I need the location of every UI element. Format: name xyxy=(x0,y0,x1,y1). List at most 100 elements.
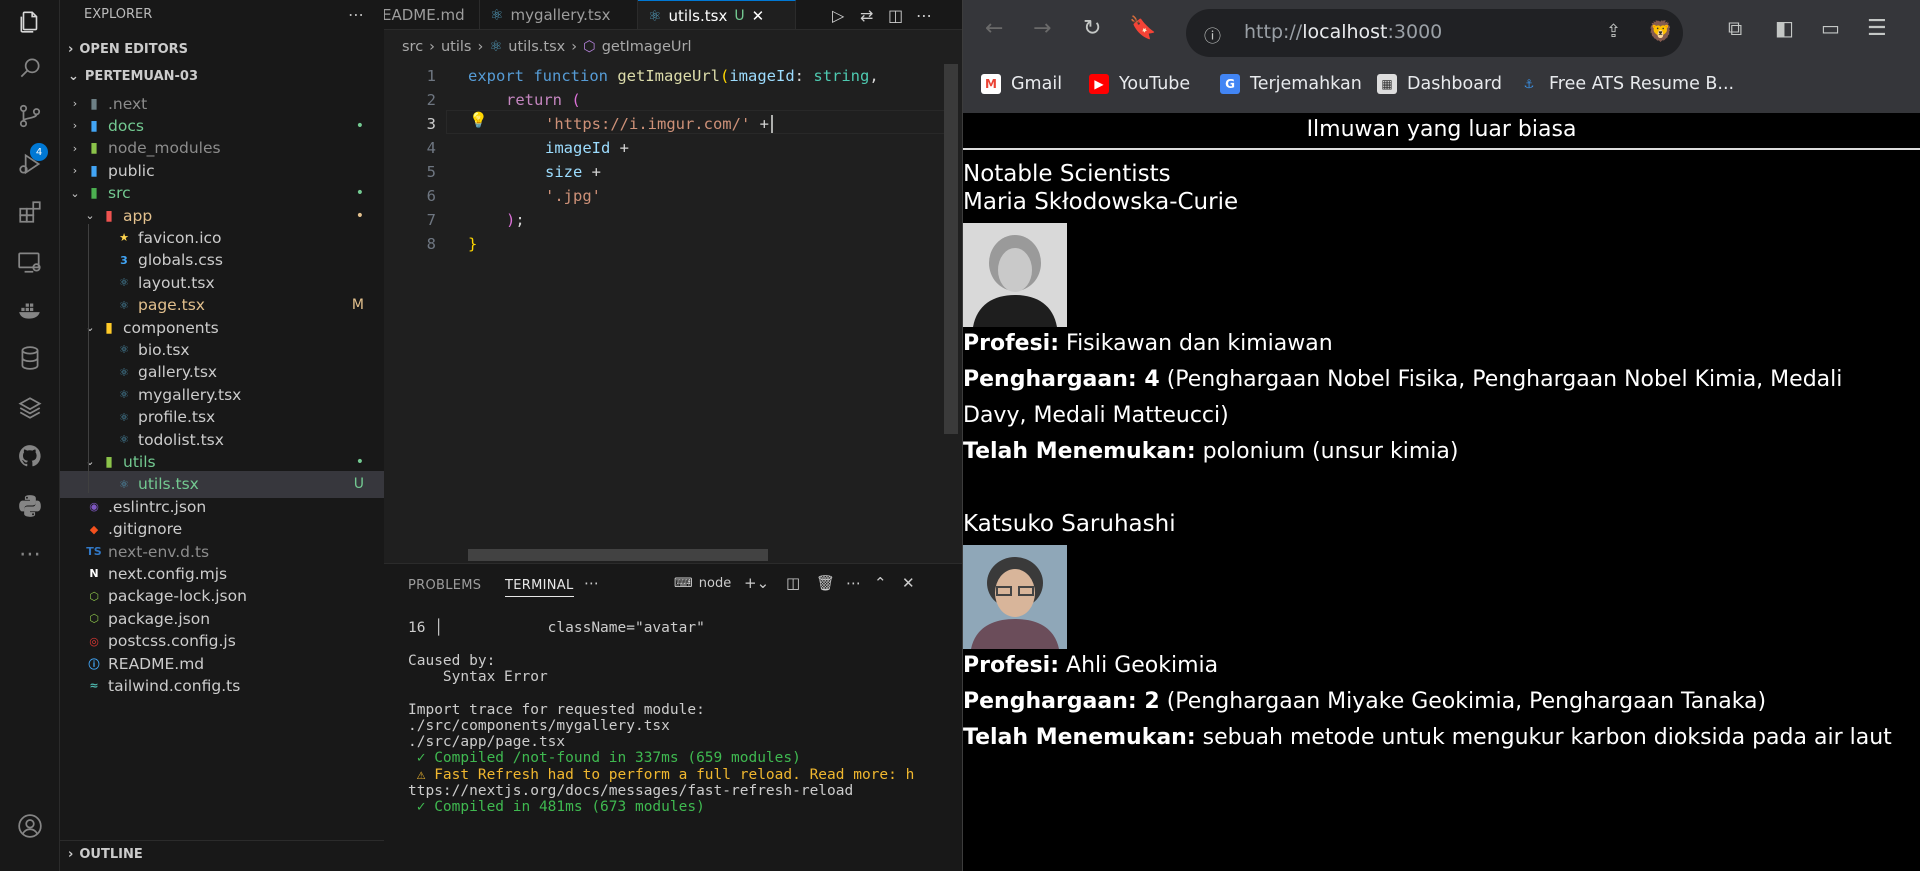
scientist-photo xyxy=(963,545,1067,649)
maximize-panel-icon[interactable]: ⌃ xyxy=(874,574,887,592)
scientist-name: Katsuko Saruhashi xyxy=(963,511,1176,537)
awards-label: Penghargaan: 4 xyxy=(963,367,1160,392)
awards-value: (Penghargaan Miyake Geokimia, Penghargaa… xyxy=(1166,689,1767,714)
code-line: 'https://i.imgur.com/' + xyxy=(545,112,773,136)
tree-item-label: page.tsx xyxy=(138,296,205,315)
explorer-icon[interactable] xyxy=(14,6,46,38)
chevron-right-icon: › xyxy=(571,39,578,55)
tab-readme[interactable]: EADME.md xyxy=(384,0,480,29)
source-control-icon[interactable] xyxy=(14,100,46,132)
forward-icon[interactable]: → xyxy=(1033,16,1051,41)
tab-problems[interactable]: PROBLEMS xyxy=(408,578,481,593)
editor-more-icon[interactable]: ⋯ xyxy=(916,0,932,29)
tree-item-label: .gitignore xyxy=(108,520,183,539)
python-icon[interactable] xyxy=(14,490,46,522)
git-status-badge: • xyxy=(355,453,364,470)
remote-explorer-icon[interactable] xyxy=(14,246,46,278)
split-terminal-icon[interactable]: ◫ xyxy=(786,574,800,592)
code-line: '.jpg' xyxy=(545,187,601,205)
bookmark-dashboard[interactable]: ▦ Dashboard xyxy=(1377,70,1502,98)
code-line: export function getImageUrl(imageId: str… xyxy=(468,67,879,85)
editor-tabs: EADME.md ⚛ mygallery.tsx ⚛ utils.tsx U ✕… xyxy=(384,0,962,30)
line-number: 6 xyxy=(426,187,436,205)
github-icon[interactable] xyxy=(14,440,46,472)
panel-more-icon[interactable]: ⋯ xyxy=(584,574,599,592)
terminal-output[interactable]: 16 │ className="avatar" Caused by: Syntax… xyxy=(408,618,958,868)
add-terminal-icon[interactable]: +⌄ xyxy=(744,574,769,592)
tailwind-icon: ≈ xyxy=(89,679,99,693)
docker-icon[interactable] xyxy=(14,294,46,326)
split-editor-icon[interactable]: ◫ xyxy=(888,0,903,29)
function-icon: ⬡ xyxy=(583,39,596,55)
outline-section[interactable]: › OUTLINE xyxy=(60,840,384,871)
tab-utils[interactable]: ⚛ utils.tsx U ✕ xyxy=(638,0,796,29)
url-text: http://localhost:3000 xyxy=(1244,21,1442,43)
trash-icon[interactable]: 🗑 xyxy=(816,574,835,592)
brave-shield-icon[interactable]: 🦁 xyxy=(1648,19,1673,43)
sidebar-icon[interactable]: ◧ xyxy=(1775,16,1794,40)
explorer-more-icon[interactable]: ⋯ xyxy=(348,0,364,30)
breadcrumb-item[interactable]: src xyxy=(402,36,423,58)
breadcrumb-item[interactable]: getImageUrl xyxy=(602,36,692,58)
project-section[interactable]: ⌄ PERTEMUAN-03 xyxy=(60,63,384,90)
back-icon[interactable]: ← xyxy=(985,16,1003,41)
vertical-scrollbar[interactable] xyxy=(944,64,958,434)
ts-icon: TS xyxy=(86,545,102,558)
horizontal-scrollbar[interactable] xyxy=(468,549,768,561)
next-icon: N xyxy=(89,567,99,581)
breadcrumb-item[interactable]: utils.tsx xyxy=(508,36,565,58)
run-debug-icon[interactable] xyxy=(14,148,46,180)
line-number: 3 xyxy=(426,115,436,133)
folder-icon: ▮ xyxy=(90,185,98,202)
close-panel-icon[interactable]: ✕ xyxy=(902,574,915,592)
open-editors-label: OPEN EDITORS xyxy=(79,42,189,57)
layers-icon[interactable] xyxy=(14,392,46,424)
code-line: } xyxy=(468,235,478,253)
open-editors-section[interactable]: › OPEN EDITORS xyxy=(60,36,384,63)
run-icon[interactable]: ▷ xyxy=(832,0,844,29)
discovery-value: polonium (unsur kimia) xyxy=(1202,439,1459,464)
tab-mygallery[interactable]: ⚛ mygallery.tsx xyxy=(480,0,638,29)
more-icon[interactable]: ⋯ xyxy=(14,538,46,570)
line-number: 5 xyxy=(426,163,436,181)
bookmark-resume[interactable]: ⚓ Free ATS Resume B... xyxy=(1519,70,1734,98)
breadcrumb-item[interactable]: utils xyxy=(441,36,472,58)
tree-item[interactable]: ≈ tailwind.config.ts xyxy=(60,672,384,699)
terminal-selector[interactable]: ⌨ node xyxy=(674,576,731,591)
extensions-icon[interactable] xyxy=(14,196,46,228)
terminal-line: Syntax Error xyxy=(408,668,548,685)
tab-utils-label: utils.tsx xyxy=(668,6,728,25)
tab-utils-status: U xyxy=(734,7,745,24)
bookmark-label: Free ATS Resume B... xyxy=(1549,74,1735,94)
site-info-icon[interactable]: ⓘ xyxy=(1204,22,1221,47)
bookmark-gmail[interactable]: M Gmail xyxy=(981,70,1062,98)
reload-icon[interactable]: ↻ xyxy=(1083,16,1101,41)
compare-icon[interactable]: ⇄ xyxy=(860,0,873,29)
terminal-more-icon[interactable]: ⋯ xyxy=(846,574,861,592)
account-icon[interactable] xyxy=(14,810,46,842)
bookmark-translate[interactable]: G Terjemahkan xyxy=(1220,70,1362,98)
bookmark-icon[interactable]: 🔖 xyxy=(1129,16,1156,41)
lightbulb-icon[interactable]: 💡 xyxy=(469,111,488,129)
git-status-badge: • xyxy=(355,117,364,134)
extensions-icon[interactable]: ⧉ xyxy=(1728,16,1742,40)
activity-bar: 4 ⋯ xyxy=(0,0,60,871)
bookmark-youtube[interactable]: ▶ YouTube xyxy=(1089,70,1190,98)
chevron-right-icon: › xyxy=(477,39,484,55)
chevron-right-icon: › xyxy=(72,164,78,178)
folder-icon: ▮ xyxy=(105,453,113,470)
database-icon[interactable] xyxy=(14,342,46,374)
browser-window: ← → ↻ 🔖 ⓘ http://localhost:3000 ⇪ 🦁 ⧉ ◧ … xyxy=(963,0,1920,871)
profession-row: Profesi: Fisikawan dan kimiawan xyxy=(963,326,1903,362)
discovery-label: Telah Menemukan: xyxy=(963,439,1196,464)
search-icon[interactable] xyxy=(14,52,46,84)
menu-icon[interactable]: ☰ xyxy=(1867,16,1887,41)
discovery-label: Telah Menemukan: xyxy=(963,725,1196,750)
close-icon[interactable]: ✕ xyxy=(752,7,765,25)
tab-terminal[interactable]: TERMINAL xyxy=(505,578,574,597)
wallet-icon[interactable]: ▭ xyxy=(1821,16,1840,40)
awards-label: Penghargaan: 2 xyxy=(963,689,1160,714)
react-icon: ⚛ xyxy=(490,6,504,24)
address-bar[interactable]: ⓘ http://localhost:3000 ⇪ 🦁 xyxy=(1186,9,1683,57)
share-icon[interactable]: ⇪ xyxy=(1606,21,1621,42)
